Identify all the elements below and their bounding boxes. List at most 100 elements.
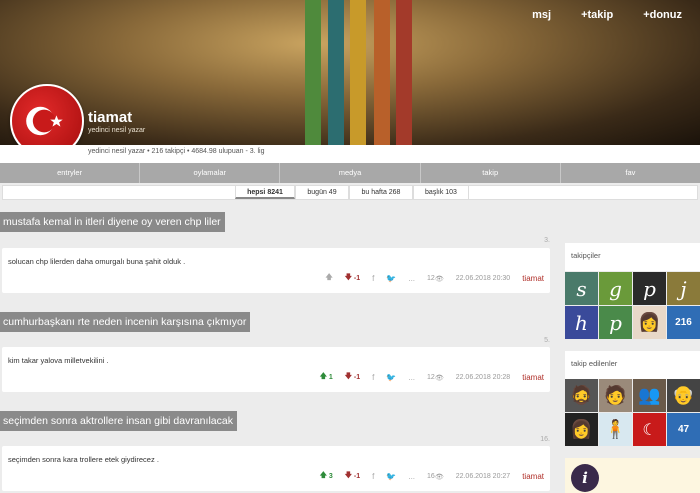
- entry-number[interactable]: 16.: [540, 436, 550, 443]
- entry-card: kim takar yalova milletvekilini . 🡅 1 🡇 …: [2, 347, 550, 392]
- profile-stats: yedinci nesil yazar • 216 takipçi • 4684…: [0, 145, 700, 163]
- following-avatar[interactable]: 👩: [565, 413, 598, 446]
- messages-link[interactable]: msj: [532, 9, 551, 21]
- user-rank: yedinci nesil yazar: [88, 127, 146, 134]
- banner-stripe: [350, 0, 366, 145]
- following-avatar[interactable]: 🧔: [565, 379, 598, 412]
- follower-avatar[interactable]: p: [599, 306, 632, 339]
- twitter-icon[interactable]: 🐦: [386, 274, 396, 283]
- facebook-icon[interactable]: f: [372, 373, 374, 382]
- follow-link[interactable]: +takip: [581, 9, 613, 21]
- entry-datetime[interactable]: 22.06.2018 20:27: [456, 473, 511, 480]
- downvote-button[interactable]: 🡇 -1: [345, 273, 360, 284]
- view-count-value: 16: [427, 473, 435, 480]
- following-title[interactable]: takip edilenler: [565, 351, 700, 379]
- following-avatar[interactable]: 👥: [633, 379, 666, 412]
- eye-icon: 👁: [434, 374, 444, 382]
- twitter-icon[interactable]: 🐦: [386, 472, 396, 481]
- twitter-icon[interactable]: 🐦: [386, 373, 396, 382]
- sidebar-badge: i: [565, 458, 700, 493]
- followers-count-tile[interactable]: 216: [667, 306, 700, 339]
- person-icon: 🧔: [570, 385, 593, 406]
- subtab-bugun[interactable]: bugün 49: [295, 186, 349, 199]
- person-icon: 👩: [638, 312, 661, 333]
- entry-topic-title[interactable]: cumhurbaşkanı rte neden incenin karşısın…: [0, 312, 251, 332]
- arrow-down-icon: 🡇: [344, 472, 352, 479]
- eye-icon: 👁: [434, 275, 444, 283]
- upvote-button[interactable]: 🡅 1: [320, 372, 333, 383]
- stats-text: yedinci nesil yazar • 216 takipçi • 4684…: [88, 148, 265, 155]
- tab-medya[interactable]: medya: [280, 163, 421, 183]
- subtab-hepsi[interactable]: hepsi 8241: [235, 186, 295, 199]
- username[interactable]: tiamat: [88, 109, 132, 126]
- tab-takip[interactable]: takip: [421, 163, 561, 183]
- downvote-button[interactable]: 🡇 -1: [345, 372, 360, 383]
- downvote-button[interactable]: 🡇 -1: [345, 471, 360, 482]
- view-count: 12 👁: [427, 275, 444, 283]
- follower-avatar[interactable]: g: [599, 272, 632, 305]
- subtab-baslik[interactable]: başlık 103: [413, 186, 469, 199]
- upvote-count: 1: [328, 374, 333, 381]
- star-icon: ☾: [642, 420, 657, 439]
- entry-card: solucan chp lilerden daha omurgalı buna …: [2, 248, 550, 293]
- donuz-link[interactable]: +donuz: [643, 9, 682, 21]
- info-icon[interactable]: i: [571, 464, 599, 492]
- downvote-count: -1: [353, 275, 361, 282]
- person-icon: 🧑: [604, 385, 627, 406]
- entry-author[interactable]: tiamat: [522, 472, 544, 481]
- arrow-up-icon: 🡅: [325, 274, 333, 281]
- upvote-button[interactable]: 🡅: [326, 273, 333, 284]
- tab-fav[interactable]: fav: [561, 163, 700, 183]
- following-count-tile[interactable]: 47: [667, 413, 700, 446]
- subtab-bu-hafta[interactable]: bu hafta 268: [349, 186, 413, 199]
- entry-datetime[interactable]: 22.06.2018 20:30: [456, 275, 511, 282]
- entry-topic-title[interactable]: mustafa kemal in itleri diyene oy veren …: [0, 212, 225, 232]
- facebook-icon[interactable]: f: [372, 472, 374, 481]
- more-button[interactable]: ...: [408, 274, 415, 283]
- entry-topic-title[interactable]: seçimden sonra aktrollere insan gibi dav…: [0, 411, 237, 431]
- downvote-count: -1: [353, 374, 361, 381]
- following-grid: 🧔 🧑 👥 👴 👩 🧍 ☾ 47: [565, 379, 700, 446]
- following-avatar[interactable]: 🧍: [599, 413, 632, 446]
- entry-datetime[interactable]: 22.06.2018 20:28: [456, 374, 511, 381]
- follower-avatar[interactable]: p: [633, 272, 666, 305]
- view-count: 16 👁: [427, 473, 444, 481]
- more-button[interactable]: ...: [408, 472, 415, 481]
- entry-actions: 🡅 3 🡇 -1 f 🐦 ... 16 👁 22.06.2018 20:27 ti…: [308, 471, 544, 482]
- following-avatar[interactable]: 🧑: [599, 379, 632, 412]
- facebook-icon[interactable]: f: [372, 274, 374, 283]
- view-count-value: 12: [427, 374, 435, 381]
- entry-author[interactable]: tiamat: [522, 373, 544, 382]
- banner-stripe: [374, 0, 390, 145]
- upvote-count: 3: [328, 473, 333, 480]
- entry-filter-tabs: hepsi 8241 bugün 49 bu hafta 268 başlık …: [2, 185, 698, 200]
- eye-icon: 👁: [434, 473, 444, 481]
- following-avatar[interactable]: ☾: [633, 413, 666, 446]
- person-icon: 🧍: [604, 419, 627, 440]
- entry-author[interactable]: tiamat: [522, 274, 544, 283]
- entry-actions: 🡅 🡇 -1 f 🐦 ... 12 👁 22.06.2018 20:30 tiam…: [314, 273, 544, 284]
- follower-avatar[interactable]: h: [565, 306, 598, 339]
- arrow-down-icon: 🡇: [344, 373, 352, 380]
- downvote-count: -1: [353, 473, 361, 480]
- upvote-button[interactable]: 🡅 3: [320, 471, 333, 482]
- entry-text: seçimden sonra kara trollere etek giydir…: [8, 455, 159, 464]
- profile-tabs: entryler oylamalar medya takip fav: [0, 163, 700, 183]
- view-count-value: 12: [427, 275, 435, 282]
- tab-entryler[interactable]: entryler: [0, 163, 141, 183]
- tab-oylamalar[interactable]: oylamalar: [140, 163, 281, 183]
- follower-avatar[interactable]: 👩: [633, 306, 666, 339]
- arrow-down-icon: 🡇: [344, 274, 352, 281]
- following-avatar[interactable]: 👴: [667, 379, 700, 412]
- arrow-up-icon: 🡅: [319, 373, 327, 380]
- profile-banner: msj +takip +donuz tiamat yedinci nesil y…: [0, 0, 700, 145]
- arrow-up-icon: 🡅: [319, 472, 327, 479]
- followers-title[interactable]: takipçiler: [565, 243, 700, 271]
- entry-number[interactable]: 3.: [544, 237, 550, 244]
- more-button[interactable]: ...: [408, 373, 415, 382]
- entry-number[interactable]: 5.: [544, 337, 550, 344]
- follower-avatar[interactable]: j: [667, 272, 700, 305]
- follower-avatar[interactable]: s: [565, 272, 598, 305]
- entry-text: solucan chp lilerden daha omurgalı buna …: [8, 257, 186, 266]
- entry-text: kim takar yalova milletvekilini .: [8, 356, 109, 365]
